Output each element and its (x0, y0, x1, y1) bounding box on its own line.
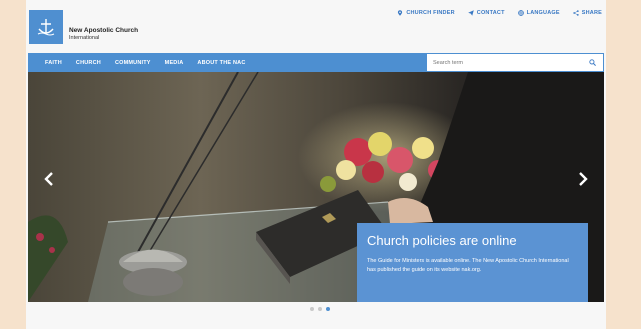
globe-icon (517, 10, 524, 16)
nav-item-faith[interactable]: FAITH (45, 60, 62, 66)
share-link[interactable]: SHARE (573, 10, 602, 16)
nav-item-about[interactable]: ABOUT THE NAC (197, 60, 245, 66)
caption-title: Church policies are online (367, 233, 517, 248)
prev-slide-arrow[interactable] (42, 172, 56, 188)
page-container: New Apostolic Church International CHURC… (26, 0, 606, 329)
slide-dot-2[interactable] (318, 307, 322, 311)
contact-link[interactable]: CONTACT (467, 10, 505, 16)
caption-text: The Guide for Ministers is available onl… (367, 258, 569, 273)
nav-item-media[interactable]: MEDIA (165, 60, 184, 66)
church-finder-label: CHURCH FINDER (406, 10, 455, 16)
slide-indicator (310, 307, 330, 311)
search-input[interactable] (427, 58, 585, 67)
share-icon (573, 10, 579, 16)
contact-label: CONTACT (476, 10, 505, 16)
search-icon[interactable] (589, 59, 596, 66)
language-label: LANGUAGE (526, 10, 560, 16)
paper-plane-icon (467, 10, 474, 16)
slide-dot-1[interactable] (310, 307, 314, 311)
nav-item-community[interactable]: COMMUNITY (115, 60, 151, 66)
church-logo[interactable] (29, 10, 63, 44)
share-label: SHARE (581, 10, 602, 16)
location-pin-icon (398, 10, 403, 16)
church-finder-link[interactable]: CHURCH FINDER (397, 10, 455, 16)
slide-caption[interactable]: Church policies are online The Guide for… (357, 223, 588, 302)
chevron-left-icon (44, 172, 53, 186)
brand-text: New Apostolic Church International (69, 27, 138, 42)
search-box (426, 53, 604, 72)
org-name: New Apostolic Church (69, 27, 139, 34)
next-slide-arrow[interactable] (576, 172, 590, 188)
hero-slider: Church policies are online The Guide for… (28, 72, 604, 302)
nav-item-church[interactable]: CHURCH (76, 60, 101, 66)
chevron-right-icon (579, 172, 588, 186)
top-links: CHURCH FINDER CONTACT LANGUAGE SHARE (397, 10, 602, 16)
slide-dot-3[interactable] (326, 307, 330, 311)
org-subtitle: International (69, 35, 100, 41)
main-navigation: FAITH CHURCH COMMUNITY MEDIA ABOUT THE N… (28, 53, 604, 72)
church-emblem-icon (37, 19, 55, 36)
language-link[interactable]: LANGUAGE (517, 10, 560, 16)
